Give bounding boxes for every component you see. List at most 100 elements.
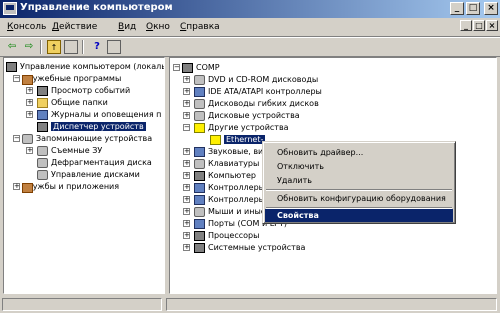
device-node-controllers-1[interactable]: Контроллеры: [194, 182, 265, 193]
menu-action[interactable]: Действие: [52, 22, 97, 32]
maximize-button[interactable]: □: [466, 2, 480, 15]
close-button[interactable]: ×: [484, 2, 498, 15]
tree-node-system-tools[interactable]: Служебные программы: [22, 73, 121, 85]
tree-node-disk-management[interactable]: Управление дисками: [37, 169, 140, 180]
processor-icon: [194, 230, 205, 241]
back-icon[interactable]: ⇦: [5, 40, 19, 54]
expand-icon[interactable]: +: [183, 112, 190, 119]
menu-item-scan-hardware[interactable]: Обновить конфигурацию оборудования: [265, 192, 453, 205]
collapse-icon[interactable]: −: [173, 64, 180, 71]
folder-icon: [37, 97, 48, 108]
console-tree[interactable]: Управление компьютером (локаль − Служебн…: [3, 57, 165, 294]
cdrom-icon: [194, 74, 205, 85]
computer-icon: [194, 170, 205, 181]
expand-icon[interactable]: +: [183, 196, 190, 203]
expand-icon[interactable]: +: [26, 111, 33, 118]
expand-icon[interactable]: +: [26, 99, 33, 106]
device-node-sound[interactable]: Звуковые, ви: [194, 146, 263, 157]
menu-item-properties[interactable]: Свойства: [265, 209, 453, 222]
computer-management-icon: [3, 2, 17, 15]
device-node-disks[interactable]: Дисковые устройства: [194, 110, 300, 121]
tree-node-logs-alerts[interactable]: Журналы и оповещения п: [37, 109, 161, 120]
device-node-floppy[interactable]: Дисководы гибких дисков: [194, 98, 319, 109]
disk-drive-icon: [194, 110, 205, 121]
device-node-controllers-2[interactable]: Контроллеры: [194, 194, 265, 205]
device-node-ide[interactable]: IDE ATA/ATAPI контроллеры: [194, 86, 322, 97]
device-node-computer-class[interactable]: Компьютер: [194, 170, 256, 181]
device-manager-icon: [37, 121, 48, 132]
menu-window[interactable]: Окно: [146, 22, 170, 32]
tree-node-storage[interactable]: Запоминающие устройства: [22, 133, 152, 144]
computer-icon: [182, 62, 193, 73]
expand-icon[interactable]: +: [183, 160, 190, 167]
expand-icon[interactable]: +: [183, 244, 190, 251]
forward-icon[interactable]: ⇨: [22, 40, 36, 54]
tree-node-services-apps[interactable]: Службы и приложения: [22, 181, 119, 193]
toolbar: ⇦ ⇨ ↑ ?: [0, 37, 500, 57]
device-node-ethernet[interactable]: Ethernet-: [210, 134, 266, 145]
toolbar-separator: [40, 40, 42, 54]
show-hide-tree-icon[interactable]: [64, 40, 78, 54]
tree-node-root[interactable]: Управление компьютером (локаль: [6, 61, 164, 72]
expand-icon[interactable]: +: [183, 88, 190, 95]
computer-icon: [6, 61, 17, 72]
menu-separator: [266, 189, 452, 191]
removable-storage-icon: [37, 145, 48, 156]
collapse-icon[interactable]: −: [13, 75, 20, 82]
tools-icon: [22, 75, 33, 85]
disk-management-icon: [37, 169, 48, 180]
expand-icon[interactable]: +: [13, 183, 20, 190]
controller-icon: [194, 182, 205, 193]
context-menu: Обновить драйвер... Отключить Удалить Об…: [262, 141, 456, 224]
device-node-processors[interactable]: Процессоры: [194, 230, 259, 241]
expand-icon[interactable]: +: [183, 232, 190, 239]
event-viewer-icon: [37, 85, 48, 96]
expand-icon[interactable]: +: [183, 172, 190, 179]
device-node-system[interactable]: Системные устройства: [194, 242, 305, 253]
expand-icon[interactable]: +: [183, 220, 190, 227]
device-node-computer[interactable]: COMP: [182, 62, 220, 73]
up-folder-icon[interactable]: ↑: [47, 40, 61, 54]
tree-node-removable-storage[interactable]: Съемные ЗУ: [37, 145, 102, 156]
device-node-dvd[interactable]: DVD и CD-ROM дисководы: [194, 74, 318, 85]
expand-icon[interactable]: +: [183, 100, 190, 107]
minimize-button[interactable]: _: [450, 2, 464, 15]
expand-icon[interactable]: +: [26, 87, 33, 94]
properties-icon[interactable]: [107, 40, 121, 54]
tree-node-defragmenter[interactable]: Дефрагментация диска: [37, 157, 152, 168]
expand-icon[interactable]: +: [183, 76, 190, 83]
menu-item-disable[interactable]: Отключить: [265, 160, 453, 173]
expand-icon[interactable]: +: [26, 147, 33, 154]
status-bar: [0, 296, 500, 313]
help-icon[interactable]: ?: [90, 40, 104, 54]
expand-icon[interactable]: +: [183, 184, 190, 191]
mouse-icon: [194, 206, 205, 217]
menu-console[interactable]: Консоль: [7, 22, 46, 32]
expand-icon[interactable]: +: [183, 148, 190, 155]
collapse-icon[interactable]: −: [183, 124, 190, 131]
menu-view[interactable]: Вид: [118, 22, 136, 32]
menu-item-update-driver[interactable]: Обновить драйвер...: [265, 146, 453, 159]
computer-management-window: Управление компьютером _ □ × Консоль Дей…: [0, 0, 500, 313]
expand-icon[interactable]: +: [183, 208, 190, 215]
device-node-keyboards[interactable]: Клавиатуры: [194, 158, 259, 169]
keyboard-icon: [194, 158, 205, 169]
child-restore-button[interactable]: □: [473, 20, 485, 31]
menu-help[interactable]: Справка: [180, 22, 220, 32]
ide-controller-icon: [194, 86, 205, 97]
collapse-icon[interactable]: −: [13, 135, 20, 142]
tree-node-event-viewer[interactable]: Просмотр событий: [37, 85, 130, 96]
storage-icon: [22, 133, 33, 144]
defrag-icon: [37, 157, 48, 168]
toolbar-separator: [82, 40, 84, 54]
window-controls: _ □ ×: [450, 2, 498, 15]
device-node-other[interactable]: Другие устройства: [194, 122, 289, 133]
services-icon: [22, 183, 33, 193]
menu-item-delete[interactable]: Удалить: [265, 174, 453, 187]
tree-node-shared-folders[interactable]: Общие папки: [37, 97, 108, 108]
child-close-button[interactable]: ×: [486, 20, 498, 31]
child-minimize-button[interactable]: _: [460, 20, 472, 31]
unknown-device-icon: [194, 122, 205, 133]
tree-node-device-manager[interactable]: Диспетчер устройств: [37, 121, 146, 132]
title-bar[interactable]: Управление компьютером _ □ ×: [0, 0, 500, 18]
